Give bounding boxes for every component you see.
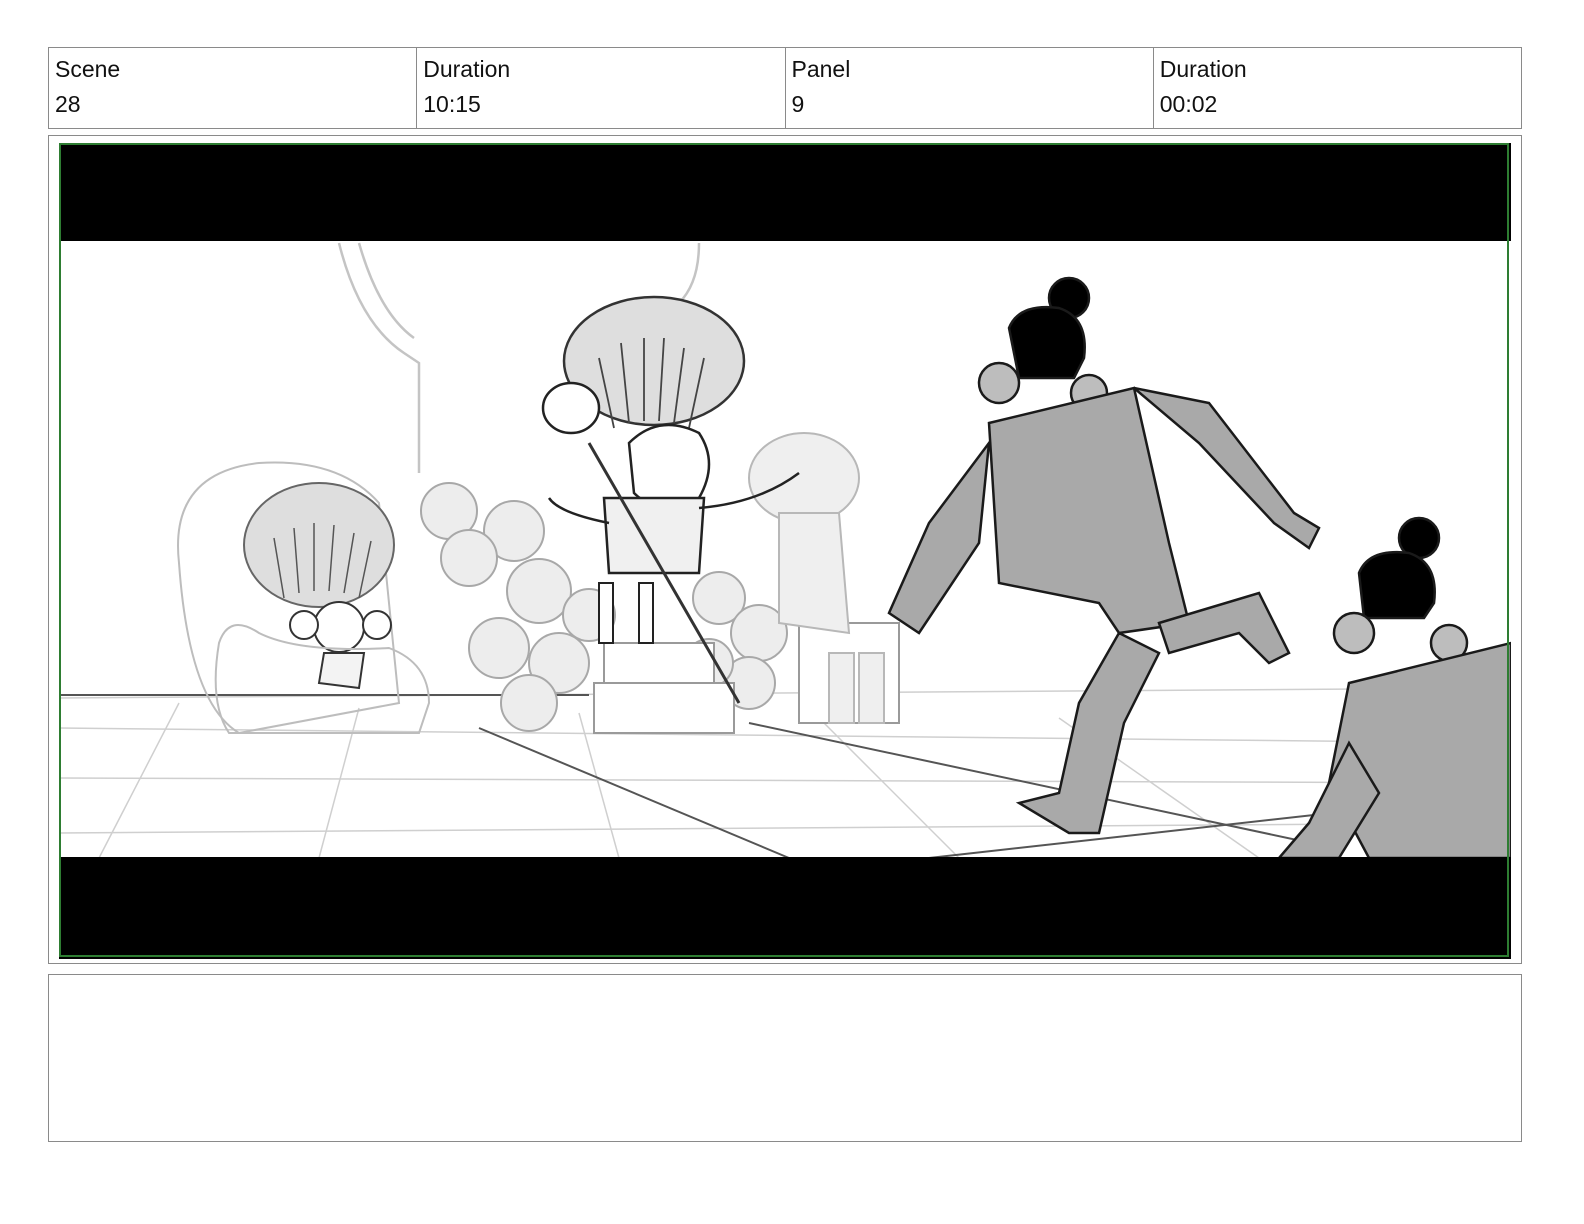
scene-duration-label: Duration — [423, 56, 511, 82]
panel-duration-label: Duration — [1159, 56, 1247, 82]
storyboard-sketch-image — [59, 143, 1511, 959]
scene-info-table: Scene 28 Duration 10:15 Panel 9 Duration… — [48, 47, 1522, 129]
scene-label: Scene — [55, 56, 121, 82]
scene-duration-value: 10:15 — [423, 91, 481, 117]
letterbox-top — [59, 143, 1511, 241]
panel-duration-value: 00:02 — [1159, 91, 1218, 117]
letterbox-bottom — [59, 857, 1511, 959]
scene-duration-cell: Duration 10:15 — [417, 48, 786, 128]
panel-number: 9 — [791, 91, 805, 117]
panel-label: Panel — [791, 56, 851, 82]
storyboard-panel — [48, 135, 1522, 964]
scene-cell: Scene 28 — [49, 48, 418, 128]
panel-duration-cell: Duration 00:02 — [1154, 48, 1521, 128]
panel-notes-box[interactable] — [48, 974, 1522, 1142]
panel-cell: Panel 9 — [786, 48, 1154, 128]
scene-number: 28 — [55, 91, 81, 117]
panel-notes-text — [49, 975, 1521, 995]
